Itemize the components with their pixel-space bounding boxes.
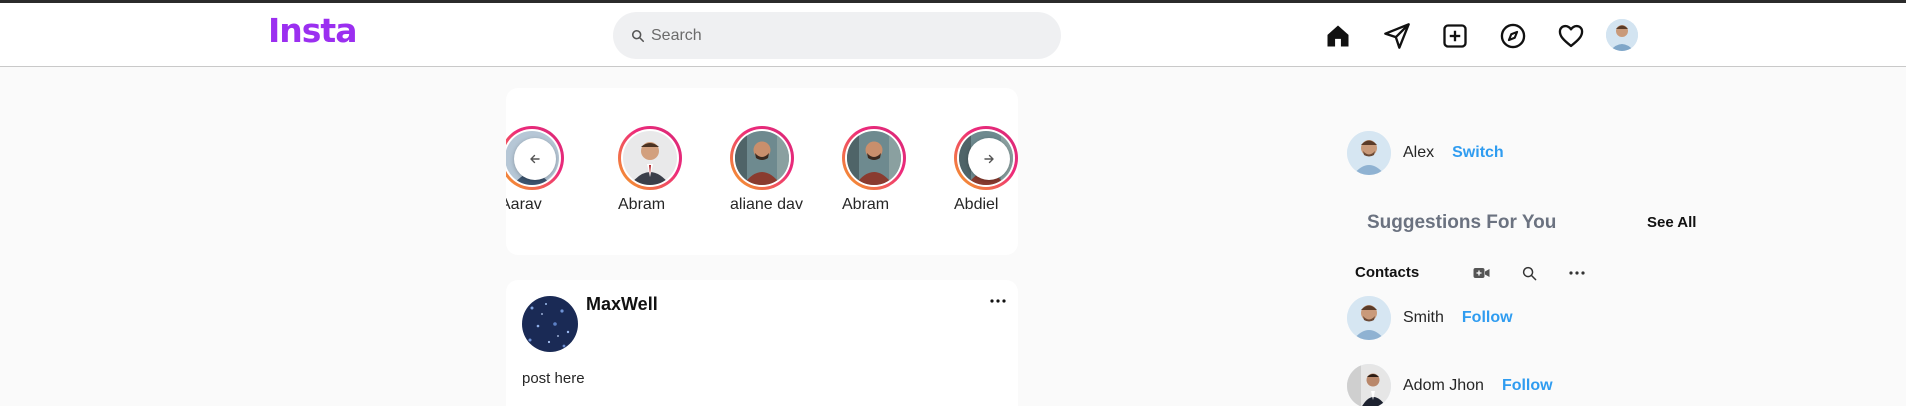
stories-prev-button[interactable] bbox=[514, 138, 556, 180]
story-name: Abram bbox=[618, 196, 666, 213]
follow-button[interactable]: Follow bbox=[1502, 377, 1553, 395]
app-logo[interactable]: Insta bbox=[268, 11, 357, 50]
suggestions-heading: Suggestions For You bbox=[1367, 212, 1557, 233]
suggestion-name: Adom Jhon bbox=[1403, 377, 1484, 394]
contacts-label: Contacts bbox=[1355, 264, 1420, 281]
home-icon[interactable] bbox=[1323, 21, 1353, 51]
arrow-right-icon bbox=[984, 154, 994, 164]
search-bar[interactable] bbox=[613, 12, 1061, 59]
story-avatar bbox=[623, 131, 677, 185]
story-name: Aarav bbox=[506, 196, 542, 213]
story-ring bbox=[618, 126, 682, 190]
follow-button[interactable]: Follow bbox=[1462, 309, 1513, 327]
story-avatar bbox=[735, 131, 789, 185]
heart-icon[interactable] bbox=[1556, 21, 1586, 51]
suggestion-name: Smith bbox=[1403, 309, 1444, 326]
story-ring bbox=[842, 126, 906, 190]
story-name: aliane dav bbox=[730, 196, 803, 213]
story-item[interactable]: Abram bbox=[842, 126, 942, 214]
suggestion-avatar[interactable] bbox=[1347, 364, 1391, 406]
post-caption: post here bbox=[522, 370, 585, 387]
post-author-avatar[interactable] bbox=[522, 296, 578, 352]
arrow-left-icon bbox=[530, 154, 540, 164]
suggestion-row: Adom Jhon Follow bbox=[1347, 364, 1553, 406]
story-item[interactable]: Abram bbox=[618, 126, 718, 214]
top-navbar: Insta bbox=[0, 3, 1906, 67]
current-user-name: Alex bbox=[1403, 144, 1435, 161]
post-card: MaxWell post here bbox=[506, 280, 1018, 406]
search-contacts-icon[interactable] bbox=[1520, 264, 1538, 282]
suggestion-avatar[interactable] bbox=[1347, 296, 1391, 340]
video-call-icon[interactable] bbox=[1472, 264, 1490, 282]
current-user-avatar[interactable] bbox=[1347, 131, 1391, 175]
profile-avatar[interactable] bbox=[1606, 19, 1638, 51]
story-name: Abram bbox=[842, 196, 890, 213]
suggestion-row: Smith Follow bbox=[1347, 296, 1513, 340]
contacts-more-icon[interactable] bbox=[1568, 264, 1586, 282]
add-post-icon[interactable] bbox=[1440, 21, 1470, 51]
stories-next-button[interactable] bbox=[968, 138, 1010, 180]
search-input[interactable] bbox=[651, 26, 1031, 45]
switch-account-button[interactable]: Switch bbox=[1452, 144, 1504, 162]
story-ring bbox=[730, 126, 794, 190]
send-icon[interactable] bbox=[1382, 21, 1412, 51]
explore-icon[interactable] bbox=[1498, 21, 1528, 51]
post-username[interactable]: MaxWell bbox=[586, 294, 658, 315]
more-options-icon[interactable] bbox=[988, 294, 1008, 308]
story-name: Abdiel bbox=[954, 196, 999, 213]
stories-carousel: Aarav Abram aliane dav Abram Abdiel bbox=[506, 88, 1018, 255]
story-avatar bbox=[847, 131, 901, 185]
story-item[interactable]: aliane dav bbox=[730, 126, 830, 214]
current-user-row: Alex Switch bbox=[1347, 131, 1504, 175]
search-icon bbox=[631, 29, 645, 42]
see-all-link[interactable]: See All bbox=[1647, 214, 1696, 231]
